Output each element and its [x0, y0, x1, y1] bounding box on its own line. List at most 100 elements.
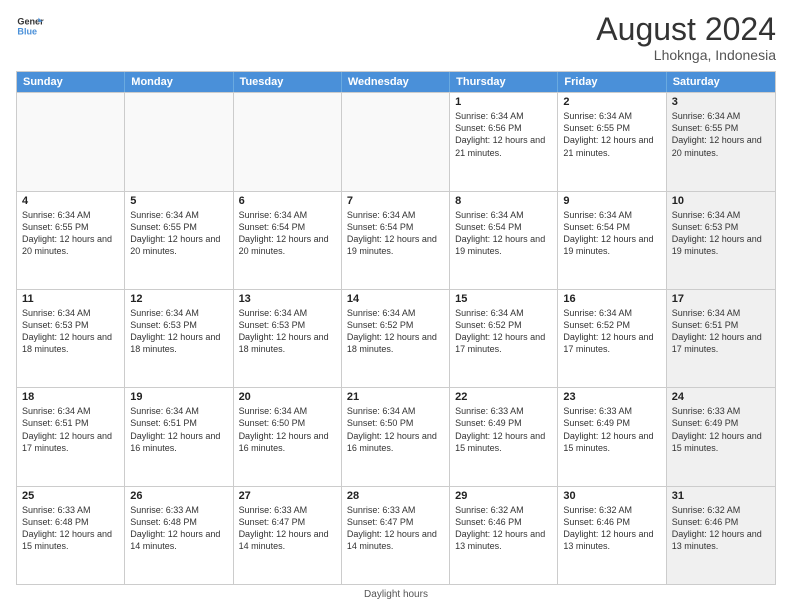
cell-info: Sunrise: 6:34 AMSunset: 6:55 PMDaylight:… [563, 110, 660, 159]
day-number: 25 [22, 490, 119, 502]
calendar-cell [125, 93, 233, 190]
cell-info: Sunrise: 6:34 AMSunset: 6:55 PMDaylight:… [22, 209, 119, 258]
calendar-cell: 30 Sunrise: 6:32 AMSunset: 6:46 PMDayligh… [558, 487, 666, 584]
day-number: 22 [455, 391, 552, 403]
day-number: 28 [347, 490, 444, 502]
cell-info: Sunrise: 6:32 AMSunset: 6:46 PMDaylight:… [563, 504, 660, 553]
cell-info: Sunrise: 6:34 AMSunset: 6:51 PMDaylight:… [130, 405, 227, 454]
day-number: 10 [672, 195, 770, 207]
cell-info: Sunrise: 6:34 AMSunset: 6:50 PMDaylight:… [239, 405, 336, 454]
calendar-header: SundayMondayTuesdayWednesdayThursdayFrid… [17, 72, 775, 92]
day-number: 5 [130, 195, 227, 207]
day-of-week-header: Monday [125, 72, 233, 92]
logo: General Blue [16, 12, 44, 40]
cell-info: Sunrise: 6:34 AMSunset: 6:51 PMDaylight:… [672, 307, 770, 356]
cell-info: Sunrise: 6:33 AMSunset: 6:47 PMDaylight:… [347, 504, 444, 553]
day-number: 4 [22, 195, 119, 207]
calendar-cell: 7Sunrise: 6:34 AMSunset: 6:54 PMDaylight… [342, 192, 450, 289]
cell-info: Sunrise: 6:34 AMSunset: 6:55 PMDaylight:… [130, 209, 227, 258]
calendar-cell: 1 Sunrise: 6:34 AMSunset: 6:56 PMDaylight… [450, 93, 558, 190]
calendar-cell: 24 Sunrise: 6:33 AMSunset: 6:49 PMDayligh… [667, 388, 775, 485]
calendar-cell: 27 Sunrise: 6:33 AMSunset: 6:47 PMDayligh… [234, 487, 342, 584]
day-number: 3 [672, 96, 770, 108]
cell-info: Sunrise: 6:34 AMSunset: 6:54 PMDaylight:… [563, 209, 660, 258]
cell-info: Sunrise: 6:34 AMSunset: 6:56 PMDaylight:… [455, 110, 552, 159]
cell-info: Sunrise: 6:34 AMSunset: 6:53 PMDaylight:… [672, 209, 770, 258]
calendar-cell: 19Sunrise: 6:34 AMSunset: 6:51 PMDayligh… [125, 388, 233, 485]
calendar-cell: 4 Sunrise: 6:34 AMSunset: 6:55 PMDaylight… [17, 192, 125, 289]
day-number: 2 [563, 96, 660, 108]
calendar-cell: 31Sunrise: 6:32 AMSunset: 6:46 PMDayligh… [667, 487, 775, 584]
calendar-cell [17, 93, 125, 190]
calendar-cell: 28 Sunrise: 6:33 AMSunset: 6:47 PMDayligh… [342, 487, 450, 584]
day-number: 27 [239, 490, 336, 502]
cell-info: Sunrise: 6:34 AMSunset: 6:52 PMDaylight:… [455, 307, 552, 356]
month-year: August 2024 [596, 12, 776, 47]
cell-info: Sunrise: 6:33 AMSunset: 6:49 PMDaylight:… [672, 405, 770, 454]
calendar-cell: 3Sunrise: 6:34 AMSunset: 6:55 PMDaylight… [667, 93, 775, 190]
calendar-week: 25 Sunrise: 6:33 AMSunset: 6:48 PMDayligh… [17, 486, 775, 584]
calendar-cell: 14 Sunrise: 6:34 AMSunset: 6:52 PMDayligh… [342, 290, 450, 387]
day-of-week-header: Sunday [17, 72, 125, 92]
calendar-cell: 8Sunrise: 6:34 AMSunset: 6:54 PMDaylight… [450, 192, 558, 289]
day-of-week-header: Friday [558, 72, 666, 92]
cell-info: Sunrise: 6:34 AMSunset: 6:52 PMDaylight:… [347, 307, 444, 356]
cell-info: Sunrise: 6:33 AMSunset: 6:48 PMDaylight:… [130, 504, 227, 553]
day-number: 1 [455, 96, 552, 108]
calendar-cell: 22 Sunrise: 6:33 AMSunset: 6:49 PMDayligh… [450, 388, 558, 485]
calendar: SundayMondayTuesdayWednesdayThursdayFrid… [16, 71, 776, 585]
day-of-week-header: Wednesday [342, 72, 450, 92]
day-number: 14 [347, 293, 444, 305]
day-number: 26 [130, 490, 227, 502]
day-of-week-header: Thursday [450, 72, 558, 92]
day-number: 21 [347, 391, 444, 403]
day-number: 11 [22, 293, 119, 305]
calendar-cell: 15Sunrise: 6:34 AMSunset: 6:52 PMDayligh… [450, 290, 558, 387]
day-number: 18 [22, 391, 119, 403]
cell-info: Sunrise: 6:33 AMSunset: 6:47 PMDaylight:… [239, 504, 336, 553]
cell-info: Sunrise: 6:33 AMSunset: 6:49 PMDaylight:… [455, 405, 552, 454]
cell-info: Sunrise: 6:34 AMSunset: 6:54 PMDaylight:… [239, 209, 336, 258]
calendar-week: 18 Sunrise: 6:34 AMSunset: 6:51 PMDayligh… [17, 387, 775, 485]
calendar-cell: 26 Sunrise: 6:33 AMSunset: 6:48 PMDayligh… [125, 487, 233, 584]
cell-info: Sunrise: 6:34 AMSunset: 6:53 PMDaylight:… [22, 307, 119, 356]
calendar-cell: 16 Sunrise: 6:34 AMSunset: 6:52 PMDayligh… [558, 290, 666, 387]
cell-info: Sunrise: 6:34 AMSunset: 6:51 PMDaylight:… [22, 405, 119, 454]
calendar-cell: 11 Sunrise: 6:34 AMSunset: 6:53 PMDayligh… [17, 290, 125, 387]
day-of-week-header: Saturday [667, 72, 775, 92]
day-number: 9 [563, 195, 660, 207]
cell-info: Sunrise: 6:32 AMSunset: 6:46 PMDaylight:… [455, 504, 552, 553]
cell-info: Sunrise: 6:34 AMSunset: 6:52 PMDaylight:… [563, 307, 660, 356]
cell-info: Sunrise: 6:34 AMSunset: 6:53 PMDaylight:… [130, 307, 227, 356]
calendar-cell: 29 Sunrise: 6:32 AMSunset: 6:46 PMDayligh… [450, 487, 558, 584]
calendar-week: 11 Sunrise: 6:34 AMSunset: 6:53 PMDayligh… [17, 289, 775, 387]
cell-info: Sunrise: 6:34 AMSunset: 6:50 PMDaylight:… [347, 405, 444, 454]
location: Lhoknga, Indonesia [596, 47, 776, 63]
day-number: 8 [455, 195, 552, 207]
calendar-week: 4 Sunrise: 6:34 AMSunset: 6:55 PMDaylight… [17, 191, 775, 289]
cell-info: Sunrise: 6:34 AMSunset: 6:54 PMDaylight:… [347, 209, 444, 258]
day-number: 29 [455, 490, 552, 502]
day-number: 20 [239, 391, 336, 403]
day-of-week-header: Tuesday [234, 72, 342, 92]
day-number: 12 [130, 293, 227, 305]
day-number: 24 [672, 391, 770, 403]
day-number: 30 [563, 490, 660, 502]
day-number: 31 [672, 490, 770, 502]
cell-info: Sunrise: 6:33 AMSunset: 6:49 PMDaylight:… [563, 405, 660, 454]
calendar-cell: 17Sunrise: 6:34 AMSunset: 6:51 PMDayligh… [667, 290, 775, 387]
page: General Blue August 2024 Lhoknga, Indone… [0, 0, 792, 612]
logo-icon: General Blue [16, 12, 44, 40]
calendar-cell: 25Sunrise: 6:33 AMSunset: 6:48 PMDayligh… [17, 487, 125, 584]
calendar-cell [234, 93, 342, 190]
calendar-cell: 10 Sunrise: 6:34 AMSunset: 6:53 PMDayligh… [667, 192, 775, 289]
svg-text:Blue: Blue [17, 26, 37, 36]
header: General Blue August 2024 Lhoknga, Indone… [16, 12, 776, 63]
calendar-cell: 13Sunrise: 6:34 AMSunset: 6:53 PMDayligh… [234, 290, 342, 387]
calendar-cell: 12 Sunrise: 6:34 AMSunset: 6:53 PMDayligh… [125, 290, 233, 387]
day-number: 16 [563, 293, 660, 305]
footer-note: Daylight hours [16, 589, 776, 600]
day-number: 13 [239, 293, 336, 305]
calendar-cell [342, 93, 450, 190]
calendar-cell: 2 Sunrise: 6:34 AMSunset: 6:55 PMDaylight… [558, 93, 666, 190]
